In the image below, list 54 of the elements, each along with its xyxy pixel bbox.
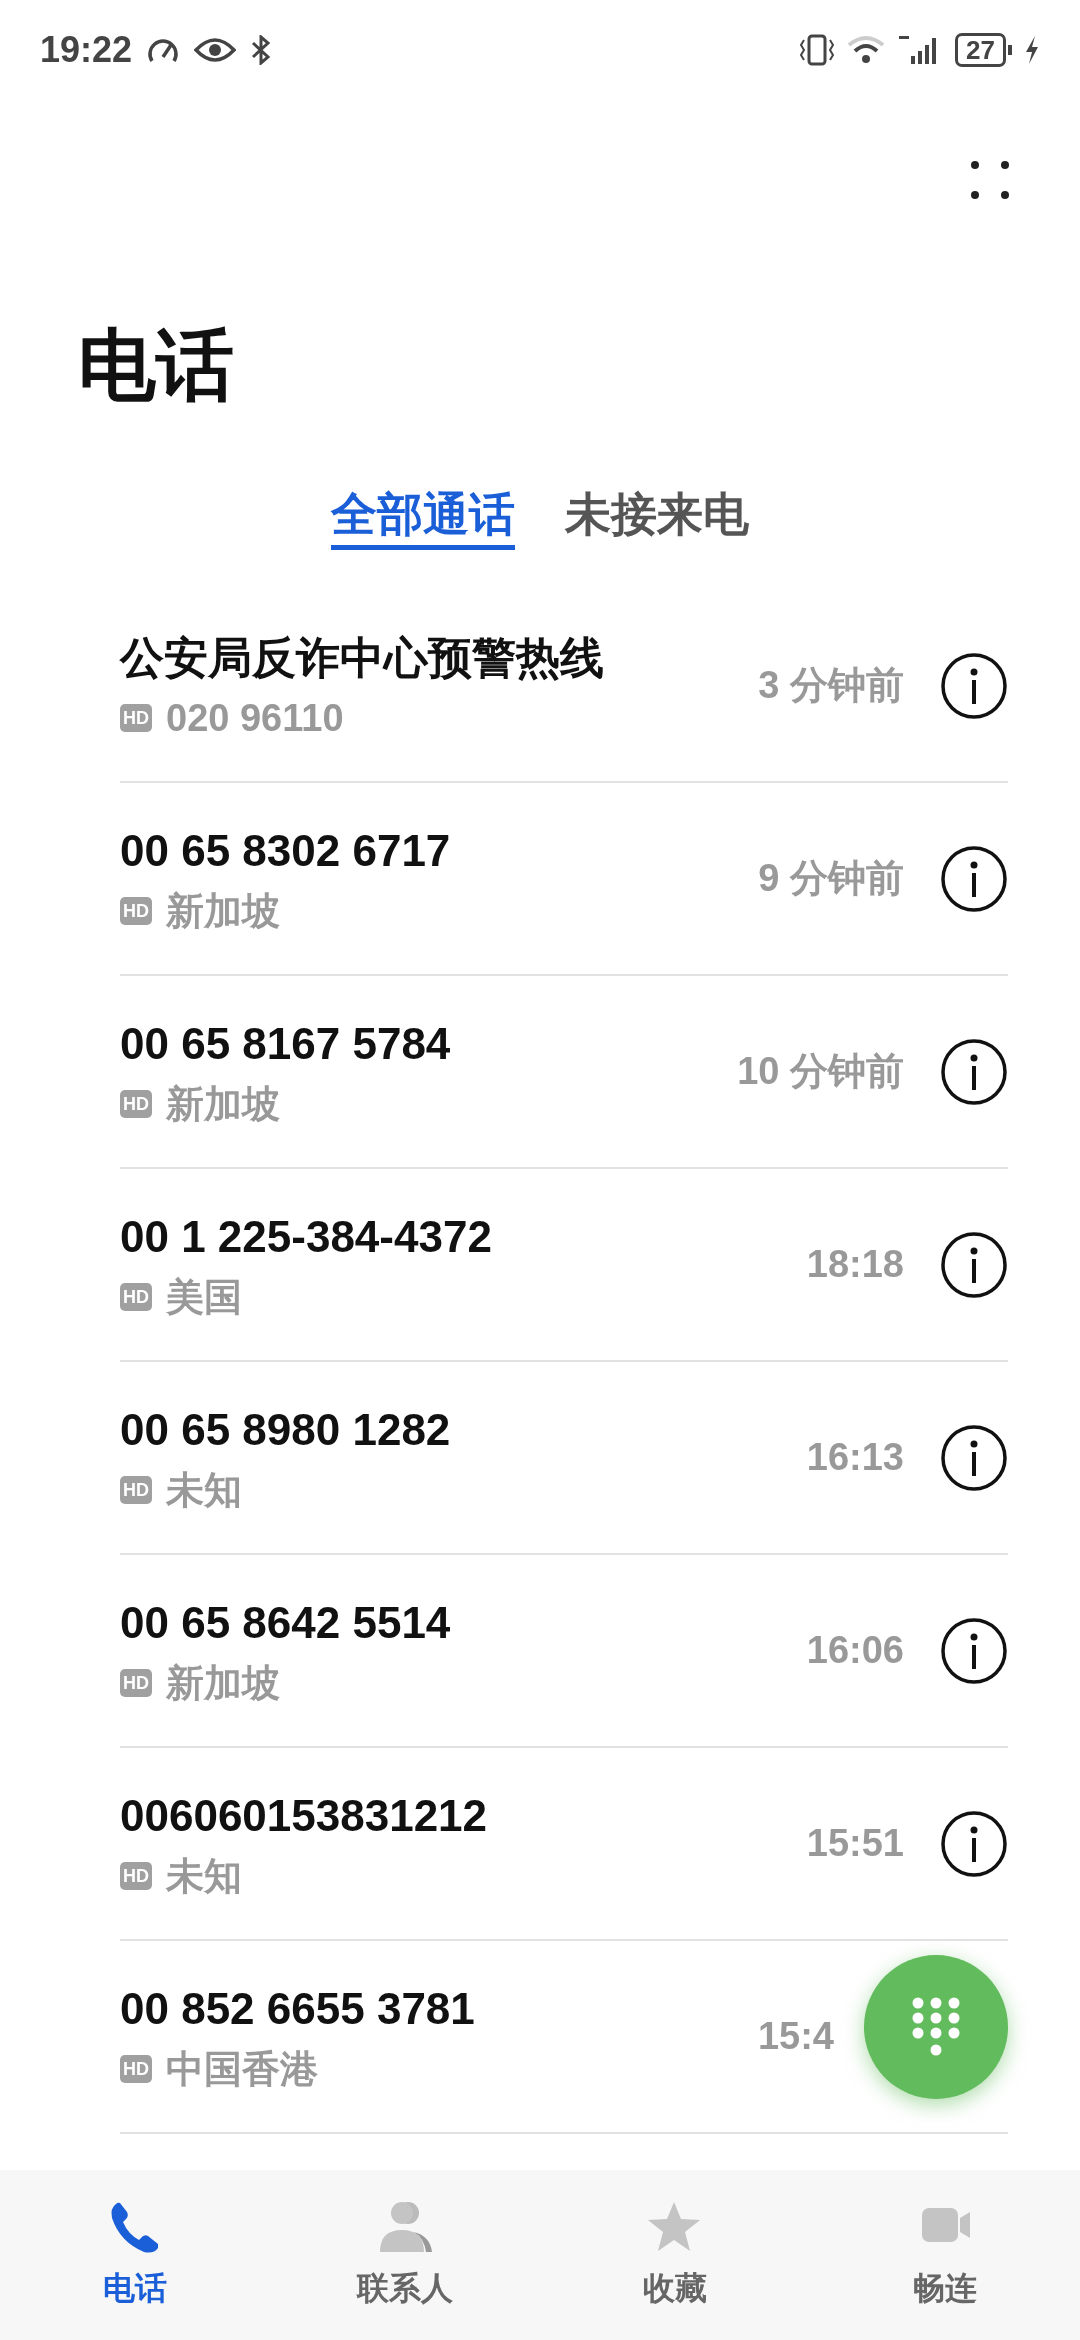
hd-badge: HD [120, 703, 152, 732]
info-icon[interactable] [940, 651, 1008, 720]
call-time: 16:06 [806, 1628, 904, 1673]
caller-name: 00 1 225-384-4372 [120, 1210, 493, 1263]
tab[interactable]: 未接来电 [565, 480, 749, 550]
caller-name: 公安局反诈中心预警热线 [120, 631, 605, 684]
more-icon[interactable] [970, 160, 1010, 200]
hd-badge: HD [120, 1089, 152, 1118]
caller-detail: 新加坡 [166, 888, 280, 934]
caller-name: 00 65 8980 1282 [120, 1403, 452, 1456]
caller-detail: 新加坡 [166, 1081, 280, 1127]
nav-tab[interactable]: 联系人 [305, 2198, 505, 2312]
call-time: 10 分钟前 [737, 1049, 904, 1094]
nav-tab[interactable]: 畅连 [845, 2198, 1045, 2312]
hd-badge: HD [120, 2054, 152, 2083]
call-time: 18:18 [806, 1242, 904, 1287]
call-time: 15:51 [806, 1821, 904, 1866]
caller-name: 00 65 8167 5784 [120, 1017, 452, 1070]
info-icon[interactable] [940, 844, 1008, 913]
call-time: 9 分钟前 [758, 856, 904, 901]
charging-icon [1024, 35, 1040, 65]
caller-detail: 新加坡 [166, 1660, 280, 1706]
vibrate-icon [799, 34, 836, 66]
info-icon[interactable] [940, 1809, 1008, 1878]
nav-tab[interactable]: 电话 [35, 2198, 235, 2312]
caller-name: 00 65 8642 5514 [120, 1596, 452, 1649]
page-title: 电话 [78, 319, 234, 411]
info-icon[interactable] [940, 1230, 1008, 1299]
hd-badge: HD [120, 1668, 152, 1697]
wifi-icon [847, 35, 886, 65]
call-time: 15:4 [757, 2014, 834, 2059]
caller-detail: 未知 [166, 1853, 242, 1899]
hd-badge: HD [120, 1861, 152, 1890]
status-time: 19:22 [40, 28, 133, 72]
info-icon[interactable] [940, 1423, 1008, 1492]
caller-detail: 美国 [166, 1274, 242, 1320]
info-icon[interactable] [940, 1616, 1008, 1685]
hd-badge: HD [120, 896, 152, 925]
eye-icon [194, 36, 237, 64]
nav-tab[interactable]: 收藏 [575, 2198, 775, 2312]
caller-detail: 中国香港 [166, 2046, 318, 2092]
caller-name: 006060153831212 [120, 1789, 489, 1842]
call-time: 3 分钟前 [758, 663, 904, 708]
caller-detail: 020 96110 [166, 695, 344, 741]
caller-name: 00 852 6655 3781 [120, 1982, 476, 2035]
caller-detail: 未知 [166, 1467, 242, 1513]
hd-badge: HD [120, 1475, 152, 1504]
dialpad-icon [911, 1996, 961, 2058]
bluetooth-icon [250, 35, 273, 65]
tab[interactable]: 全部通话 [331, 480, 515, 550]
caller-name: 00 65 8302 6717 [120, 824, 452, 877]
hd-badge: HD [120, 1282, 152, 1311]
info-icon[interactable] [940, 1037, 1008, 1106]
call-time: 16:13 [806, 1435, 904, 1480]
